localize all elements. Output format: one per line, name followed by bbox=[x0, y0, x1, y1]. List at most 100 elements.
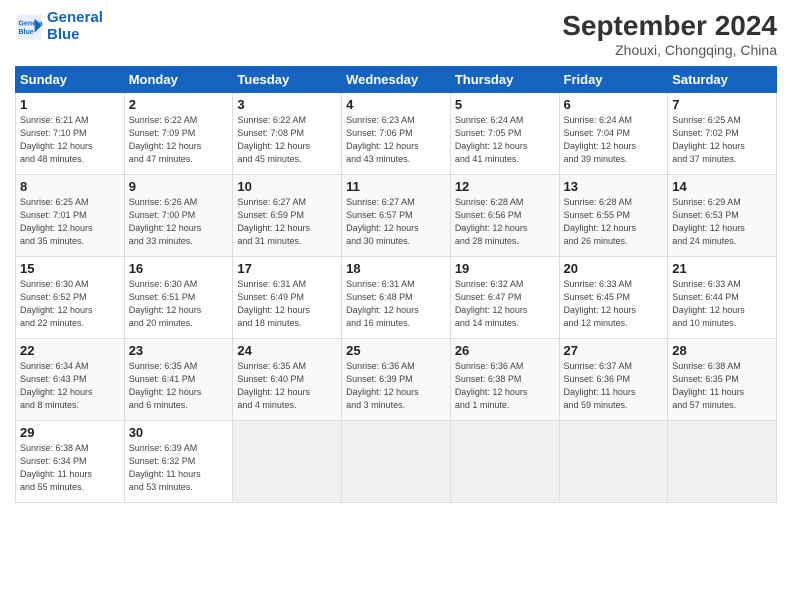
day-number: 9 bbox=[129, 179, 229, 194]
calendar-cell: 8 Sunrise: 6:25 AM Sunset: 7:01 PM Daylig… bbox=[16, 175, 125, 257]
day-info: Sunrise: 6:36 AM Sunset: 6:39 PM Dayligh… bbox=[346, 360, 446, 412]
calendar-body: 1 Sunrise: 6:21 AM Sunset: 7:10 PM Daylig… bbox=[16, 93, 777, 503]
day-number: 17 bbox=[237, 261, 337, 276]
day-info: Sunrise: 6:22 AM Sunset: 7:09 PM Dayligh… bbox=[129, 114, 229, 166]
calendar-cell: 28 Sunrise: 6:38 AM Sunset: 6:35 PM Dayli… bbox=[668, 339, 777, 421]
calendar-cell: 9 Sunrise: 6:26 AM Sunset: 7:00 PM Daylig… bbox=[124, 175, 233, 257]
day-number: 7 bbox=[672, 97, 772, 112]
month-title: September 2024 bbox=[562, 10, 777, 42]
day-info: Sunrise: 6:38 AM Sunset: 6:34 PM Dayligh… bbox=[20, 442, 120, 494]
day-info: Sunrise: 6:27 AM Sunset: 6:57 PM Dayligh… bbox=[346, 196, 446, 248]
calendar-cell: 11 Sunrise: 6:27 AM Sunset: 6:57 PM Dayli… bbox=[342, 175, 451, 257]
svg-text:Blue: Blue bbox=[19, 29, 34, 36]
logo-icon: General Blue bbox=[15, 13, 43, 41]
calendar-cell: 7 Sunrise: 6:25 AM Sunset: 7:02 PM Daylig… bbox=[668, 93, 777, 175]
day-info: Sunrise: 6:25 AM Sunset: 7:02 PM Dayligh… bbox=[672, 114, 772, 166]
day-number: 14 bbox=[672, 179, 772, 194]
day-info: Sunrise: 6:30 AM Sunset: 6:52 PM Dayligh… bbox=[20, 278, 120, 330]
calendar-cell: 22Sunrise: 6:34 AM Sunset: 6:43 PM Dayli… bbox=[16, 339, 125, 421]
day-info: Sunrise: 6:25 AM Sunset: 7:01 PM Dayligh… bbox=[20, 196, 120, 248]
day-info: Sunrise: 6:21 AM Sunset: 7:10 PM Dayligh… bbox=[20, 114, 120, 166]
day-number: 15 bbox=[20, 261, 120, 276]
calendar-cell: 15 Sunrise: 6:30 AM Sunset: 6:52 PM Dayli… bbox=[16, 257, 125, 339]
calendar-cell: 24Sunrise: 6:35 AM Sunset: 6:40 PM Dayli… bbox=[233, 339, 342, 421]
calendar-cell: 29Sunrise: 6:38 AM Sunset: 6:34 PM Dayli… bbox=[16, 421, 125, 503]
calendar-cell: 19 Sunrise: 6:32 AM Sunset: 6:47 PM Dayli… bbox=[450, 257, 559, 339]
calendar-cell: 14Sunrise: 6:29 AM Sunset: 6:53 PM Dayli… bbox=[668, 175, 777, 257]
day-info: Sunrise: 6:33 AM Sunset: 6:44 PM Dayligh… bbox=[672, 278, 772, 330]
weekday-header-thursday: Thursday bbox=[450, 67, 559, 93]
title-block: September 2024 Zhouxi, Chongqing, China bbox=[562, 10, 777, 58]
calendar-cell bbox=[668, 421, 777, 503]
calendar-cell: 16 Sunrise: 6:30 AM Sunset: 6:51 PM Dayli… bbox=[124, 257, 233, 339]
day-number: 8 bbox=[20, 179, 120, 194]
day-number: 3 bbox=[237, 97, 337, 112]
day-number: 19 bbox=[455, 261, 555, 276]
calendar-cell: 13Sunrise: 6:28 AM Sunset: 6:55 PM Dayli… bbox=[559, 175, 668, 257]
day-number: 26 bbox=[455, 343, 555, 358]
day-info: Sunrise: 6:36 AM Sunset: 6:38 PM Dayligh… bbox=[455, 360, 555, 412]
day-info: Sunrise: 6:31 AM Sunset: 6:48 PM Dayligh… bbox=[346, 278, 446, 330]
day-number: 1 bbox=[20, 97, 120, 112]
logo-text-blue: Blue bbox=[47, 27, 103, 44]
day-number: 16 bbox=[129, 261, 229, 276]
weekday-header-tuesday: Tuesday bbox=[233, 67, 342, 93]
calendar-cell: 12 Sunrise: 6:28 AM Sunset: 6:56 PM Dayli… bbox=[450, 175, 559, 257]
calendar-cell: 4Sunrise: 6:23 AM Sunset: 7:06 PM Daylig… bbox=[342, 93, 451, 175]
logo: General Blue General Blue bbox=[15, 10, 103, 43]
calendar-cell: 30 Sunrise: 6:39 AM Sunset: 6:32 PM Dayli… bbox=[124, 421, 233, 503]
day-info: Sunrise: 6:30 AM Sunset: 6:51 PM Dayligh… bbox=[129, 278, 229, 330]
day-number: 6 bbox=[564, 97, 664, 112]
calendar-cell: 21 Sunrise: 6:33 AM Sunset: 6:44 PM Dayli… bbox=[668, 257, 777, 339]
calendar-cell: 27 Sunrise: 6:37 AM Sunset: 6:36 PM Dayli… bbox=[559, 339, 668, 421]
day-number: 12 bbox=[455, 179, 555, 194]
calendar-cell: 26 Sunrise: 6:36 AM Sunset: 6:38 PM Dayli… bbox=[450, 339, 559, 421]
page-header: General Blue General Blue September 2024… bbox=[15, 10, 777, 58]
calendar-cell: 17 Sunrise: 6:31 AM Sunset: 6:49 PM Dayli… bbox=[233, 257, 342, 339]
calendar-week-2: 8 Sunrise: 6:25 AM Sunset: 7:01 PM Daylig… bbox=[16, 175, 777, 257]
day-info: Sunrise: 6:35 AM Sunset: 6:41 PM Dayligh… bbox=[129, 360, 229, 412]
day-info: Sunrise: 6:22 AM Sunset: 7:08 PM Dayligh… bbox=[237, 114, 337, 166]
weekday-header-saturday: Saturday bbox=[668, 67, 777, 93]
day-number: 5 bbox=[455, 97, 555, 112]
day-number: 10 bbox=[237, 179, 337, 194]
day-info: Sunrise: 6:26 AM Sunset: 7:00 PM Dayligh… bbox=[129, 196, 229, 248]
day-number: 4 bbox=[346, 97, 446, 112]
weekday-row: SundayMondayTuesdayWednesdayThursdayFrid… bbox=[16, 67, 777, 93]
day-info: Sunrise: 6:28 AM Sunset: 6:56 PM Dayligh… bbox=[455, 196, 555, 248]
day-number: 11 bbox=[346, 179, 446, 194]
day-number: 27 bbox=[564, 343, 664, 358]
day-number: 25 bbox=[346, 343, 446, 358]
day-info: Sunrise: 6:32 AM Sunset: 6:47 PM Dayligh… bbox=[455, 278, 555, 330]
day-info: Sunrise: 6:28 AM Sunset: 6:55 PM Dayligh… bbox=[564, 196, 664, 248]
day-info: Sunrise: 6:24 AM Sunset: 7:04 PM Dayligh… bbox=[564, 114, 664, 166]
day-number: 22 bbox=[20, 343, 120, 358]
day-info: Sunrise: 6:24 AM Sunset: 7:05 PM Dayligh… bbox=[455, 114, 555, 166]
calendar-cell: 10 Sunrise: 6:27 AM Sunset: 6:59 PM Dayli… bbox=[233, 175, 342, 257]
day-info: Sunrise: 6:33 AM Sunset: 6:45 PM Dayligh… bbox=[564, 278, 664, 330]
calendar-week-1: 1 Sunrise: 6:21 AM Sunset: 7:10 PM Daylig… bbox=[16, 93, 777, 175]
calendar-cell bbox=[342, 421, 451, 503]
day-number: 21 bbox=[672, 261, 772, 276]
calendar-cell: 3 Sunrise: 6:22 AM Sunset: 7:08 PM Daylig… bbox=[233, 93, 342, 175]
calendar-cell: 5 Sunrise: 6:24 AM Sunset: 7:05 PM Daylig… bbox=[450, 93, 559, 175]
calendar-week-4: 22Sunrise: 6:34 AM Sunset: 6:43 PM Dayli… bbox=[16, 339, 777, 421]
calendar-week-3: 15 Sunrise: 6:30 AM Sunset: 6:52 PM Dayli… bbox=[16, 257, 777, 339]
location: Zhouxi, Chongqing, China bbox=[562, 42, 777, 58]
calendar-cell: 18Sunrise: 6:31 AM Sunset: 6:48 PM Dayli… bbox=[342, 257, 451, 339]
day-number: 23 bbox=[129, 343, 229, 358]
calendar-header: SundayMondayTuesdayWednesdayThursdayFrid… bbox=[16, 67, 777, 93]
calendar-cell bbox=[559, 421, 668, 503]
weekday-header-sunday: Sunday bbox=[16, 67, 125, 93]
weekday-header-friday: Friday bbox=[559, 67, 668, 93]
day-info: Sunrise: 6:31 AM Sunset: 6:49 PM Dayligh… bbox=[237, 278, 337, 330]
day-info: Sunrise: 6:37 AM Sunset: 6:36 PM Dayligh… bbox=[564, 360, 664, 412]
day-number: 24 bbox=[237, 343, 337, 358]
calendar-cell: 1 Sunrise: 6:21 AM Sunset: 7:10 PM Daylig… bbox=[16, 93, 125, 175]
calendar-cell: 6 Sunrise: 6:24 AM Sunset: 7:04 PM Daylig… bbox=[559, 93, 668, 175]
day-info: Sunrise: 6:27 AM Sunset: 6:59 PM Dayligh… bbox=[237, 196, 337, 248]
day-info: Sunrise: 6:38 AM Sunset: 6:35 PM Dayligh… bbox=[672, 360, 772, 412]
day-info: Sunrise: 6:39 AM Sunset: 6:32 PM Dayligh… bbox=[129, 442, 229, 494]
day-number: 28 bbox=[672, 343, 772, 358]
day-number: 30 bbox=[129, 425, 229, 440]
